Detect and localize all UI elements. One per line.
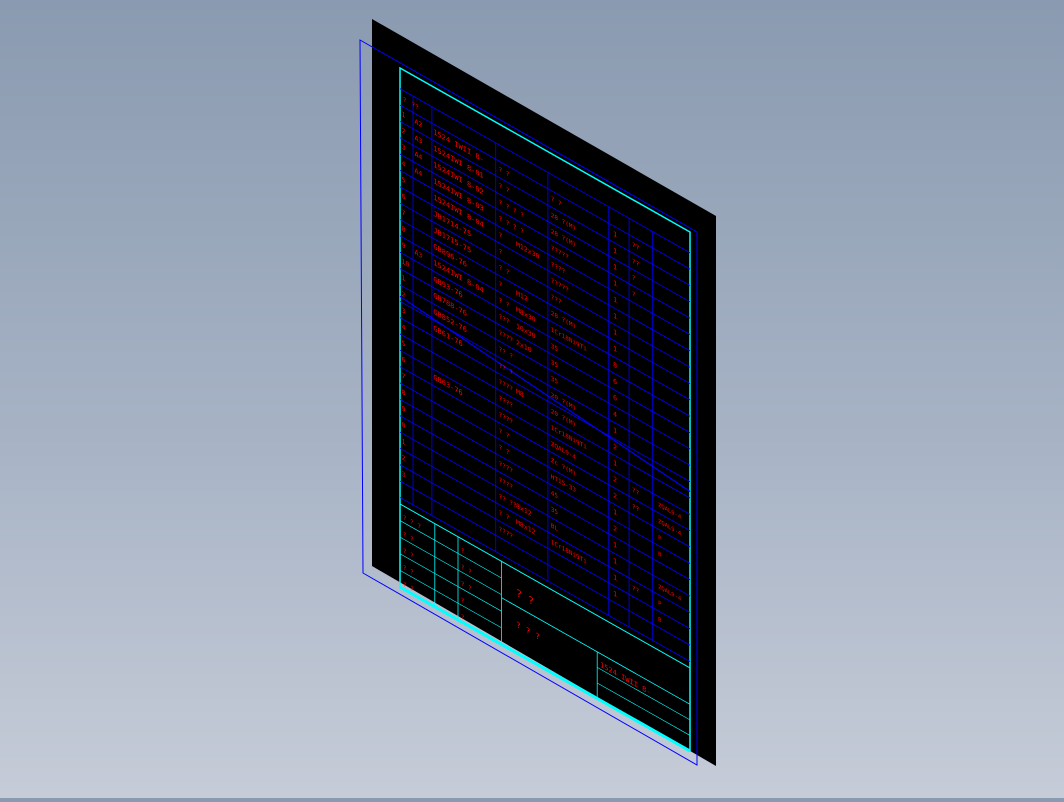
cad-drawing-view[interactable]: ???123456789101234567890123A2A3A4A4A3152… [0, 0, 1064, 798]
cad-viewport[interactable]: ??? 1 2 3 4 5 6 7 8 9 10 1 2 3 4 5 6 7 8 9 0 1 2 3 A2 A3 A4 A4 A3 152… [0, 0, 1064, 798]
